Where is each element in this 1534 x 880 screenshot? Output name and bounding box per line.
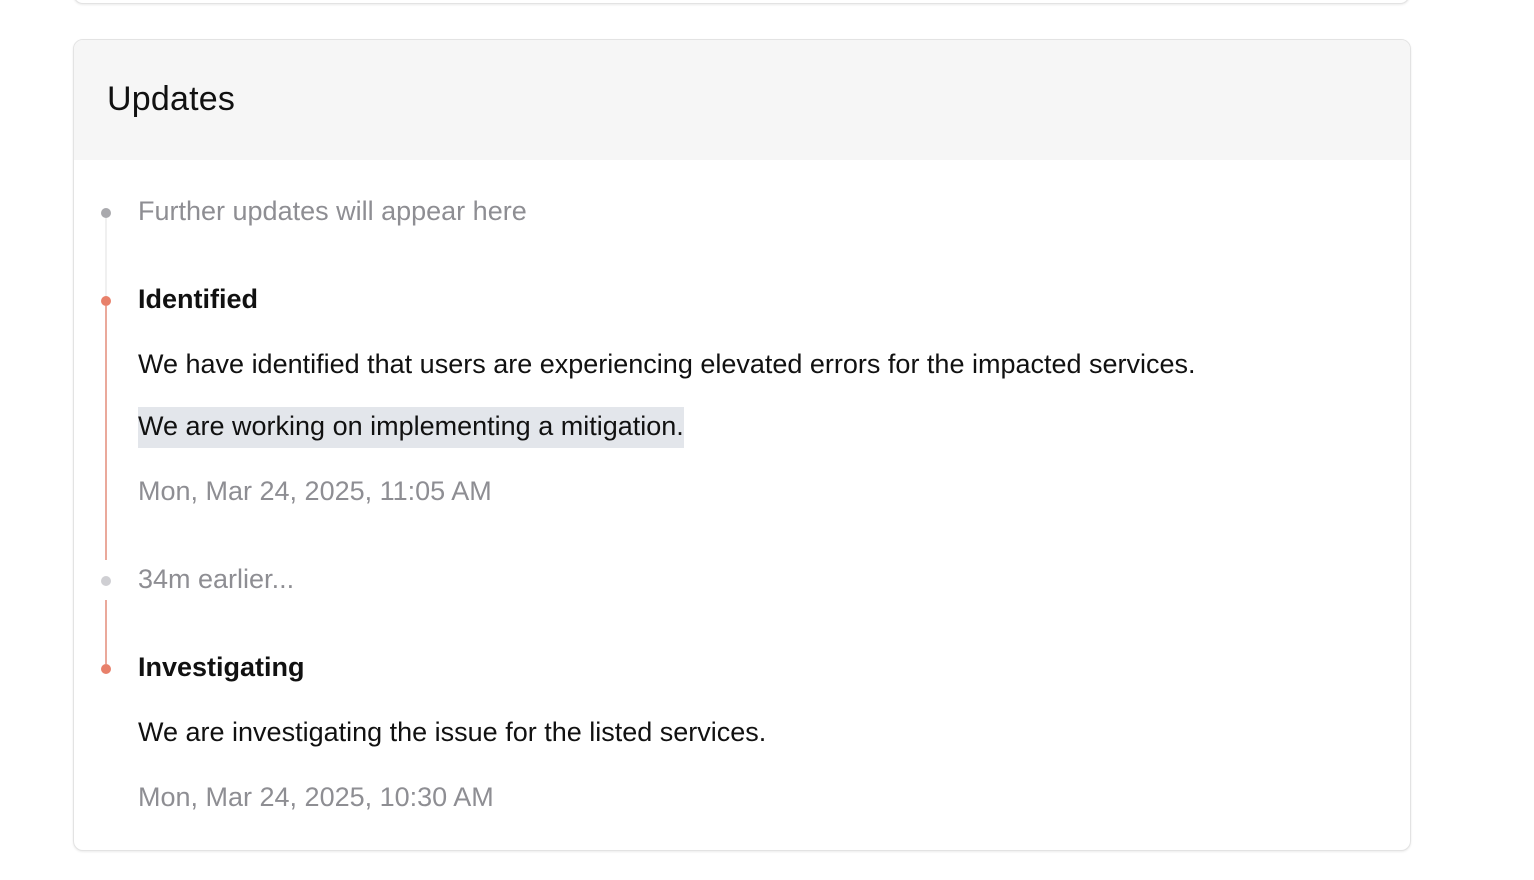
update-timestamp: Mon, Mar 24, 2025, 10:30 AM [138,782,494,812]
updates-card: Updates Further updates will appear here… [73,39,1411,851]
update-status-identified: Identified [138,284,258,314]
further-updates-placeholder: Further updates will appear here [138,196,527,226]
timeline-connector [105,600,107,664]
identified-status-dot-icon [101,296,111,306]
update-body-text: We are investigating the issue for the l… [138,717,767,747]
placeholder-dot-icon [101,208,111,218]
investigating-status-dot-icon [101,664,111,674]
update-timestamp: Mon, Mar 24, 2025, 11:05 AM [138,476,492,506]
earlier-updates-label[interactable]: 34m earlier... [138,564,294,595]
update-body-text: We have identified that users are experi… [138,349,1196,379]
timeline-connector [105,218,107,300]
update-status-investigating: Investigating [138,652,305,682]
previous-card-bottom [73,0,1410,4]
earlier-updates-dot-icon [101,576,111,586]
updates-card-header: Updates [74,40,1410,160]
timeline-connector [105,306,107,560]
update-body-text-selected: We are working on implementing a mitigat… [138,407,684,448]
updates-title: Updates [107,79,236,118]
